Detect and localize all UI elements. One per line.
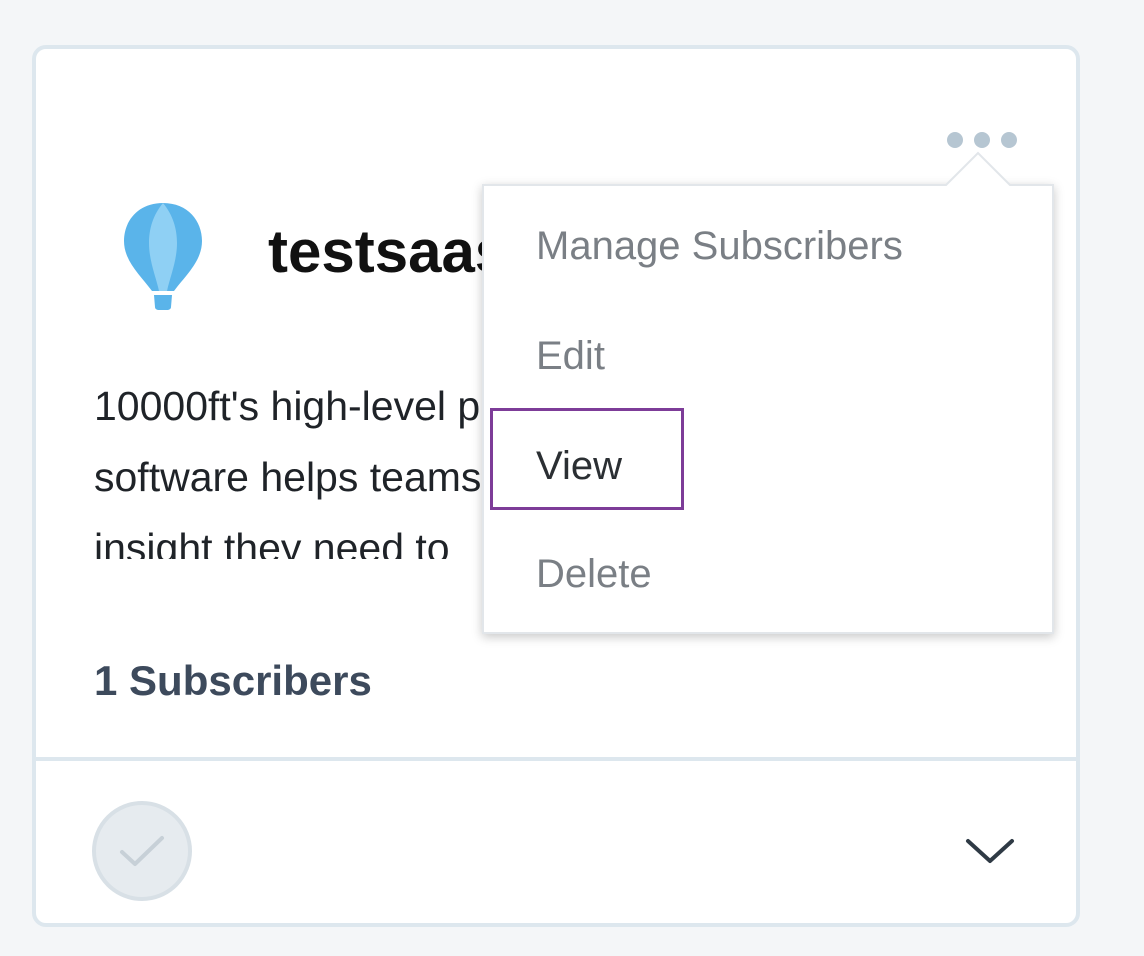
- menu-item-manage-subscribers[interactable]: Manage Subscribers: [536, 224, 903, 269]
- chevron-down-icon[interactable]: [960, 829, 1020, 873]
- check-icon: [120, 836, 164, 866]
- more-dot-icon: [974, 132, 990, 148]
- more-dot-icon: [1001, 132, 1017, 148]
- menu-pointer: [943, 151, 1013, 190]
- hot-air-balloon-icon: [124, 203, 202, 310]
- menu-item-delete[interactable]: Delete: [536, 552, 652, 597]
- select-checkbox[interactable]: [92, 801, 192, 901]
- menu-item-edit[interactable]: Edit: [536, 334, 605, 379]
- context-menu: Manage Subscribers Edit View Delete: [482, 184, 1054, 634]
- more-dot-icon: [947, 132, 963, 148]
- subscriber-count: 1 Subscribers: [94, 657, 372, 704]
- card-divider: [36, 757, 1076, 761]
- app-name: testsaas: [268, 218, 509, 285]
- menu-item-view[interactable]: View: [536, 444, 622, 489]
